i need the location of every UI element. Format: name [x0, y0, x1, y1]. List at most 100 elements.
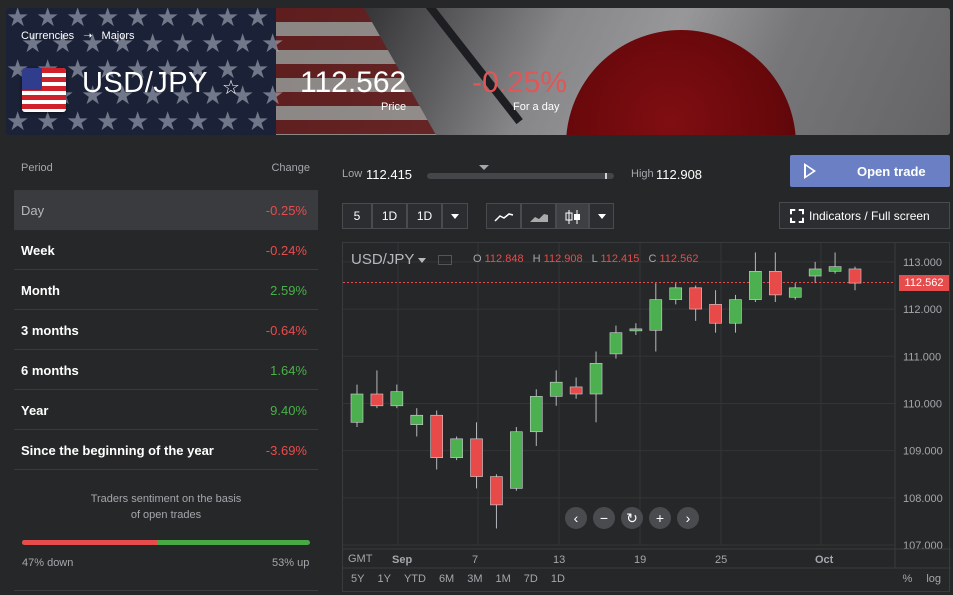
scale-option[interactable]: log	[926, 573, 941, 585]
candle-body	[709, 304, 722, 324]
candle-body	[410, 414, 424, 425]
star-icon: ★	[171, 28, 195, 58]
period-row[interactable]: 6 months 1.64%	[14, 350, 318, 390]
sentiment-caption-line2: of open trades	[130, 509, 202, 521]
chart-type-dropdown-button[interactable]	[589, 203, 614, 229]
close-value: 112.562	[659, 253, 699, 265]
star-icon: ★	[231, 28, 255, 58]
timeframe-option[interactable]: 1D	[551, 573, 565, 585]
star-icon: ★	[156, 8, 180, 32]
period-row[interactable]: Day -0.25%	[14, 190, 318, 230]
candle-body	[470, 438, 483, 477]
period-row[interactable]: 3 months -0.64%	[14, 310, 318, 350]
star-icon: ★	[261, 80, 285, 110]
refresh-icon: ↻	[626, 510, 638, 526]
candle-chart-button[interactable]	[556, 203, 589, 229]
sentiment-caption: Traders sentiment on the basis of open t…	[14, 491, 318, 523]
star-icon: ★	[126, 8, 150, 32]
y-tick-label: 107.000	[903, 540, 943, 552]
period-change-value: -0.24%	[265, 243, 307, 258]
chart-symbol[interactable]: USD/JPY	[351, 251, 453, 268]
area-chart-button[interactable]	[521, 203, 556, 229]
period-label: Since the beginning of the year	[21, 443, 214, 458]
y-tick-label: 111.000	[903, 351, 941, 363]
price-chart[interactable]: 113.000 112.000 111.000 110.000 109.000 108.0…	[342, 242, 951, 593]
period-row[interactable]: Since the beginning of the year -3.69%	[14, 430, 318, 470]
period-label: 6 months	[21, 363, 79, 378]
candle-body	[510, 431, 523, 489]
period-header: Period	[21, 162, 53, 174]
timeframe-option[interactable]: 6M	[439, 573, 454, 585]
star-icon: ★	[186, 106, 210, 135]
star-icon: ★	[216, 106, 240, 135]
candle-body	[529, 396, 543, 433]
line-chart-button[interactable]	[486, 203, 521, 229]
period-row[interactable]: Week -0.24%	[14, 230, 318, 270]
open-trade-button[interactable]: Open trade	[790, 155, 950, 187]
scroll-right-button[interactable]: ›	[677, 507, 699, 529]
breadcrumb: Currencies ➝ Majors	[21, 29, 141, 42]
chevron-down-icon	[418, 257, 427, 263]
star-icon: ★	[156, 106, 180, 135]
star-icon: ★	[141, 28, 165, 58]
scale-options: % log	[889, 573, 941, 585]
period-change-value: -0.25%	[265, 203, 307, 218]
candle-body	[769, 271, 782, 296]
timeframe-option[interactable]: 5Y	[351, 573, 364, 585]
instrument-title: USD/JPY	[82, 67, 208, 99]
scroll-left-button[interactable]: ‹	[565, 507, 587, 529]
day-range-bar	[427, 173, 614, 179]
timeframe-option[interactable]: 1M	[496, 573, 511, 585]
sentiment-up-label: 53% up	[272, 557, 310, 569]
star-icon: ★	[246, 106, 270, 135]
zoom-out-button[interactable]: −	[593, 507, 615, 529]
zoom-in-button[interactable]: +	[649, 507, 671, 529]
candlestick-icon	[565, 209, 580, 224]
indicators-fullscreen-button[interactable]: Indicators / Full screen	[779, 202, 950, 229]
high-value: 112.908	[656, 167, 703, 182]
star-icon: ★	[96, 8, 120, 32]
timeframe-option[interactable]: 3M	[467, 573, 482, 585]
candle-body	[848, 268, 862, 284]
timeframe-option[interactable]: YTD	[404, 573, 426, 585]
high-label: High	[631, 168, 654, 180]
star-icon: ★	[246, 8, 270, 32]
candle-body	[649, 299, 663, 331]
candle-body	[609, 332, 623, 355]
period-change-value: -0.64%	[265, 323, 307, 338]
candle-body	[589, 363, 603, 395]
price-value: 112.562	[300, 66, 407, 99]
candle-body	[390, 391, 404, 407]
timeframe-option[interactable]: 7D	[524, 573, 538, 585]
breadcrumb-currencies[interactable]: Currencies	[21, 30, 74, 42]
candlestick-chart[interactable]: 113.000 112.000 111.000 110.000 109.000 108.0…	[343, 243, 951, 593]
candle-body	[370, 393, 384, 407]
timeframe-option[interactable]: 1Y	[377, 573, 390, 585]
low-letter: L	[591, 253, 598, 265]
period-label: Month	[21, 283, 60, 298]
interval-button[interactable]: 5	[342, 203, 372, 229]
period-dropdown-button[interactable]	[442, 203, 468, 229]
period-row[interactable]: Year 9.40%	[14, 390, 318, 430]
scale-option[interactable]: %	[903, 573, 913, 585]
timezone-label[interactable]: GMT	[348, 553, 372, 565]
x-tick-label: 7	[472, 554, 478, 566]
line-chart-icon	[493, 213, 513, 222]
star-icon: ★	[216, 8, 240, 32]
eye-icon[interactable]	[438, 255, 453, 266]
range-current-marker	[604, 173, 607, 179]
sentiment-caption-line1: Traders sentiment on the basis	[90, 493, 242, 505]
candle-body	[729, 299, 742, 324]
reset-chart-button[interactable]: ↻	[621, 507, 643, 529]
period-button-1[interactable]: 1D	[372, 203, 407, 229]
period-row[interactable]: Month 2.59%	[14, 270, 318, 310]
star-icon: ★	[36, 8, 60, 32]
candle-body	[549, 381, 563, 397]
favorite-star-icon[interactable]: ☆	[222, 75, 240, 100]
star-icon: ★	[201, 28, 225, 58]
sentiment-down-fill	[22, 540, 158, 545]
high-letter: H	[532, 253, 541, 265]
breadcrumb-majors[interactable]: Majors	[102, 30, 135, 42]
area-chart-icon	[529, 213, 548, 222]
period-button-2[interactable]: 1D	[407, 203, 442, 229]
